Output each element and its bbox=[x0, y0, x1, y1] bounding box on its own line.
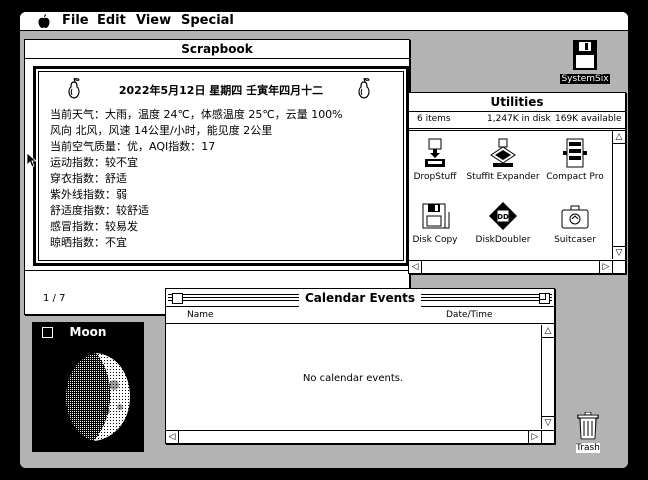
drying-index-line: 晾晒指数：不宜 bbox=[50, 236, 127, 249]
cal-scroll-left-icon[interactable]: ◁ bbox=[166, 431, 179, 443]
calendar-grow-box[interactable] bbox=[541, 430, 554, 443]
menu-edit[interactable]: Edit bbox=[97, 13, 126, 29]
calendar-zoom-box[interactable] bbox=[539, 293, 550, 304]
disk-copy-icon[interactable]: Disk Copy bbox=[411, 200, 459, 245]
scroll-right-icon[interactable]: ▷ bbox=[599, 261, 612, 273]
scroll-down-icon[interactable]: ▽ bbox=[613, 246, 625, 259]
calendar-titlebar[interactable]: Calendar Events bbox=[166, 289, 554, 307]
systemsix-disk[interactable]: SystemSix bbox=[560, 39, 610, 84]
available: 169K available bbox=[555, 114, 622, 124]
cal-scroll-down-icon[interactable]: ▽ bbox=[542, 416, 554, 429]
scrap-header: 2022年5月12日 星期四 壬寅年四月十二 bbox=[118, 84, 324, 97]
col-date-time[interactable]: Date/Time bbox=[446, 310, 493, 320]
suitcaser-app-icon bbox=[561, 205, 589, 229]
trash-icon bbox=[577, 411, 599, 440]
cold-index-line: 感冒指数：较易发 bbox=[50, 220, 138, 233]
scroll-left-icon[interactable]: ◁ bbox=[409, 261, 422, 273]
screen: File Edit View Special Scrapbook 2022年5月… bbox=[20, 12, 628, 468]
disk-copy-app-icon bbox=[422, 203, 450, 229]
diskdoubler-app-icon: DD bbox=[489, 202, 517, 230]
mouse-cursor-icon bbox=[27, 153, 37, 168]
utilities-title: Utilities bbox=[484, 93, 550, 111]
disk-label: SystemSix bbox=[560, 74, 610, 84]
weather-line: 当前天气：大雨，温度 24℃，体感温度 25℃，云量 100% bbox=[50, 108, 343, 121]
calendar-window: Calendar Events Name Date/Time No calend… bbox=[165, 288, 555, 444]
dropstuff-app-icon bbox=[425, 138, 445, 167]
scrapbook-page-indicator: 1 / 7 bbox=[43, 293, 66, 304]
hard-disk-icon bbox=[573, 40, 597, 70]
compact-pro-app-icon bbox=[563, 138, 587, 168]
col-name[interactable]: Name bbox=[187, 310, 214, 320]
utilities-grow-box[interactable] bbox=[612, 260, 625, 273]
sport-index-line: 运动指数：较不宜 bbox=[50, 156, 138, 169]
cal-scroll-up-icon[interactable]: △ bbox=[542, 325, 554, 338]
moon-phase-icon bbox=[66, 353, 130, 441]
uv-index-line: 紫外线指数：弱 bbox=[50, 188, 127, 201]
dress-index-line: 穿衣指数：舒适 bbox=[50, 172, 127, 185]
menu-special[interactable]: Special bbox=[181, 13, 234, 29]
scroll-up-icon[interactable]: △ bbox=[613, 131, 625, 144]
scrapbook-content: 2022年5月12日 星期四 壬寅年四月十二 当前天气：大雨，温度 24℃，体感… bbox=[33, 66, 409, 266]
trash[interactable]: Trash bbox=[568, 411, 608, 453]
cal-scroll-right-icon[interactable]: ▷ bbox=[528, 431, 541, 443]
scrapbook-titlebar[interactable]: Scrapbook bbox=[25, 40, 409, 59]
scrap-lines: 当前天气：大雨，温度 24℃，体感温度 25℃，云量 100% 风向 北风，风速… bbox=[50, 107, 343, 251]
wind-line: 风向 北风，风速 14公里/小时，能见度 2公里 bbox=[50, 124, 273, 137]
dropstuff-label: DropStuff bbox=[413, 172, 457, 182]
utilities-window: Utilities 6 items 1,247K in disk 169K av… bbox=[408, 92, 626, 274]
utilities-vscroll[interactable]: △ ▽ bbox=[612, 131, 625, 259]
calendar-header: Name Date/Time bbox=[166, 309, 554, 324]
utilities-info-bar: 6 items 1,247K in disk 169K available bbox=[409, 112, 625, 131]
calendar-close-box[interactable] bbox=[172, 293, 183, 304]
menu-view[interactable]: View bbox=[136, 13, 171, 29]
compact-pro-icon[interactable]: Compact Pro bbox=[543, 137, 607, 182]
calendar-vscroll[interactable]: △ ▽ bbox=[541, 325, 554, 429]
svg-text:DD: DD bbox=[497, 213, 509, 221]
utilities-titlebar[interactable]: Utilities bbox=[409, 93, 625, 112]
calendar-empty-message: No calendar events. bbox=[302, 373, 404, 384]
scrapbook-divider bbox=[25, 270, 409, 271]
suitcaser-icon[interactable]: Suitcaser bbox=[549, 200, 601, 245]
trash-label: Trash bbox=[576, 443, 600, 453]
apple-menu-icon[interactable] bbox=[38, 14, 50, 28]
menu-bar: File Edit View Special bbox=[20, 12, 628, 31]
diskdoubler-label: DiskDoubler bbox=[475, 235, 531, 245]
calendar-hscroll[interactable]: ◁ ▷ bbox=[166, 430, 541, 443]
compact-pro-label: Compact Pro bbox=[546, 172, 604, 182]
air-quality-line: 当前空气质量：优，AQI指数：17 bbox=[50, 140, 216, 153]
stuffit-expander-icon[interactable]: StuffIt Expander bbox=[465, 137, 541, 182]
diskdoubler-icon[interactable]: DD DiskDoubler bbox=[471, 200, 535, 245]
calendar-title: Calendar Events bbox=[298, 289, 422, 307]
disk-copy-label: Disk Copy bbox=[412, 235, 458, 245]
comfort-index-line: 舒适度指数：较舒适 bbox=[50, 204, 149, 217]
moon-title: Moon bbox=[69, 325, 107, 339]
moon-window: Moon bbox=[32, 322, 144, 452]
scrapbook-title: Scrapbook bbox=[175, 40, 259, 58]
stuffit-expander-app-icon bbox=[490, 138, 516, 167]
utilities-hscroll[interactable]: ◁ ▷ bbox=[409, 260, 612, 273]
scrapbook-window: Scrapbook 2022年5月12日 星期四 壬寅年四月十二 当前天气：大雨… bbox=[24, 39, 410, 315]
suitcaser-label: Suitcaser bbox=[554, 235, 596, 245]
items-count: 6 items bbox=[417, 114, 451, 124]
stuffit-expander-label: StuffIt Expander bbox=[466, 172, 540, 182]
menu-file[interactable]: File bbox=[62, 13, 89, 29]
dropstuff-icon[interactable]: DropStuff bbox=[411, 137, 459, 182]
in-disk: 1,247K in disk bbox=[487, 114, 551, 124]
